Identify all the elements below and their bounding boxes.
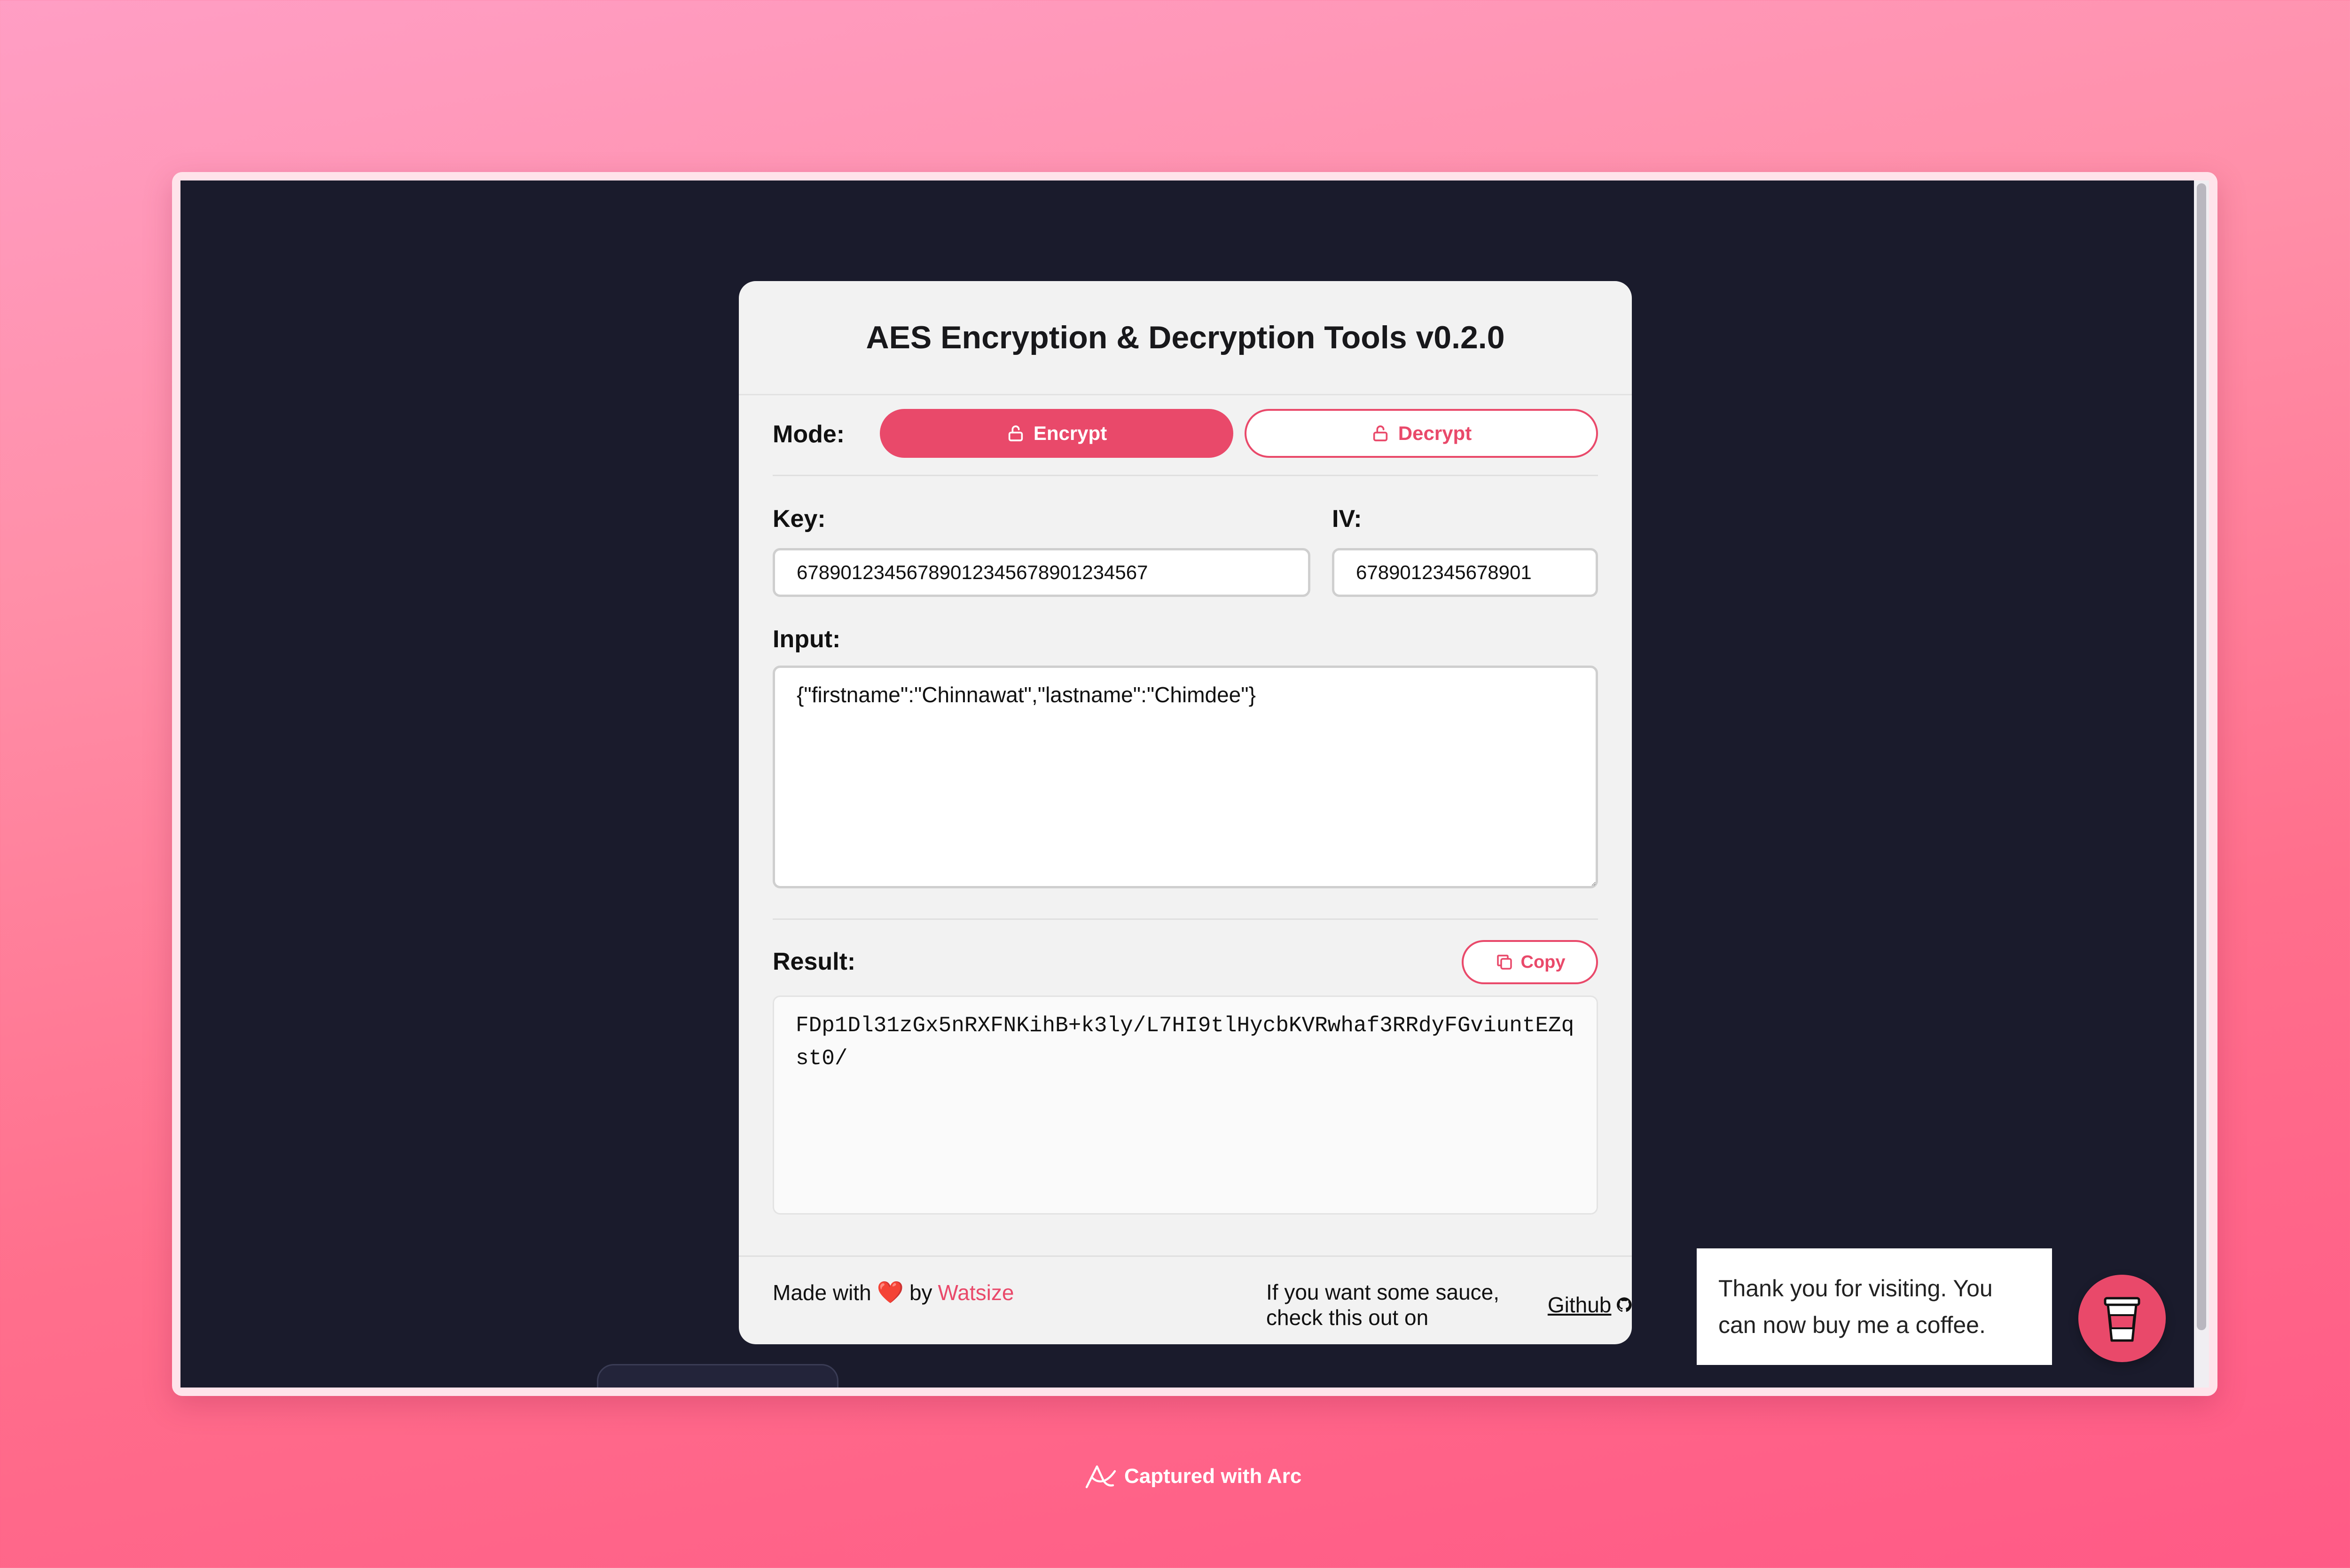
- input-textarea[interactable]: {"firstname":"Chinnawat","lastname":"Chi…: [773, 666, 1598, 888]
- floating-toolbar[interactable]: [597, 1364, 838, 1388]
- sauce-text: If you want some sauce, check this out o…: [1266, 1280, 1500, 1330]
- mode-label: Mode:: [773, 421, 845, 448]
- divider: [773, 918, 1598, 920]
- page-title: AES Encryption & Decryption Tools v0.2.0: [739, 281, 1632, 395]
- arc-caption: Captured with Arc: [1084, 1463, 1301, 1490]
- input-label: Input:: [773, 626, 841, 653]
- tool-card: AES Encryption & Decryption Tools v0.2.0…: [739, 281, 1632, 1344]
- encrypt-button[interactable]: Encrypt: [880, 409, 1233, 458]
- by-text: by: [909, 1280, 932, 1305]
- iv-input[interactable]: [1332, 548, 1598, 597]
- divider: [773, 475, 1598, 476]
- unlock-icon: [1008, 425, 1023, 441]
- key-input[interactable]: [773, 548, 1310, 597]
- coffee-toast: Thank you for visiting. You can now buy …: [1697, 1248, 2052, 1365]
- key-label: Key:: [773, 505, 826, 533]
- heart-icon: ❤️: [877, 1280, 904, 1304]
- coffee-cup-icon: [2104, 1297, 2140, 1342]
- github-link[interactable]: Github: [1548, 1292, 1612, 1317]
- copy-icon: [1496, 955, 1512, 970]
- unlock-icon: [1373, 425, 1387, 441]
- made-with-text: Made with: [773, 1280, 871, 1305]
- copy-button[interactable]: Copy: [1462, 940, 1598, 984]
- page-viewport: AES Encryption & Decryption Tools v0.2.0…: [180, 180, 2194, 1388]
- copy-button-label: Copy: [1520, 952, 1566, 972]
- decrypt-button[interactable]: Decrypt: [1245, 409, 1598, 458]
- caption-text: Captured with Arc: [1124, 1465, 1302, 1488]
- scrollbar-thumb[interactable]: [2197, 183, 2206, 1330]
- footer-credit: Made with ❤️ by Watsize: [773, 1279, 1014, 1305]
- decrypt-button-label: Decrypt: [1398, 422, 1472, 444]
- footer-source: If you want some sauce, check this out o…: [1266, 1279, 1632, 1330]
- iv-label: IV:: [1332, 505, 1362, 533]
- github-icon[interactable]: [1617, 1294, 1632, 1316]
- result-output: FDp1Dl31zGx5nRXFNKihB+k3ly/L7HI9tlHycbKV…: [773, 996, 1598, 1215]
- encrypt-button-label: Encrypt: [1033, 422, 1107, 444]
- buy-me-a-coffee-button[interactable]: [2078, 1275, 2166, 1362]
- scrollbar[interactable]: [2194, 180, 2209, 1388]
- author-link[interactable]: Watsize: [938, 1280, 1014, 1305]
- arc-logo-icon: [1085, 1465, 1116, 1489]
- result-label: Result:: [773, 948, 856, 975]
- footer-divider: [739, 1255, 1632, 1257]
